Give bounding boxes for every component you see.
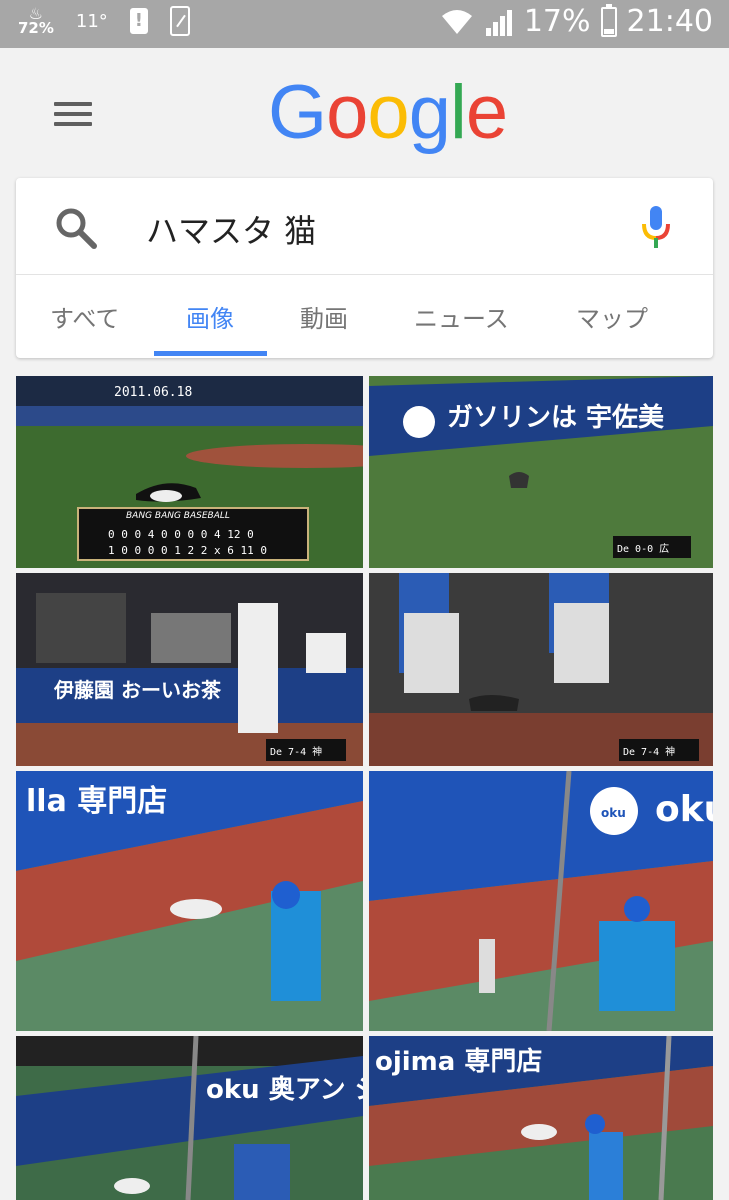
tab-images[interactable]: 画像 (186, 299, 234, 334)
battery-saver-percent: 72% (18, 19, 54, 37)
logo-letter: o (367, 70, 409, 155)
battery-icon (600, 3, 617, 37)
image-result[interactable]: lla 専門店 (16, 771, 363, 1031)
banner-text: lla 専門店 (26, 784, 167, 819)
thumbnail-image: oku 奥アン ジタル家電 専門店 (16, 1036, 363, 1200)
banner-text: oku 奥 (655, 789, 713, 830)
banner-text: ガソリンは 宇佐美 (447, 402, 664, 433)
banner-text: oku 奥アン ジタル家電 専門店 (206, 1074, 363, 1105)
logo-letter: G (268, 70, 327, 155)
search-icon[interactable] (54, 206, 98, 250)
banner-text: ojima 専門店 (375, 1047, 542, 1077)
scoreboard-row-1: 0 0 0 4 0 0 0 0 4 12 0 (108, 528, 254, 541)
screen-rotation-icon (169, 6, 190, 36)
battery-saver-indicator: ♨ 72% (18, 6, 54, 37)
battery-percent: 17% (523, 4, 591, 39)
scoreboard-row-2: 1 0 0 0 0 1 2 2 x 6 11 0 (108, 544, 267, 557)
app-header: Google (0, 48, 729, 178)
thumbnail-image: ojima 専門店 (369, 1036, 713, 1200)
thumbnail-image: lla 専門店 (16, 771, 363, 1031)
tab-news[interactable]: ニュース (414, 299, 509, 334)
image-result[interactable]: 2011.06.18 BANG BANG BASEBALL 0 0 0 4 0 … (16, 376, 363, 568)
image-result[interactable]: ojima 専門店 (369, 1036, 713, 1200)
google-logo[interactable]: Google (268, 68, 508, 158)
image-result[interactable]: oku 奥アン ジタル家電 専門店 (16, 1036, 363, 1200)
microphone-icon[interactable] (636, 204, 676, 250)
logo-letter: e (465, 70, 508, 155)
thumbnail-image: oku oku 奥 (369, 771, 713, 1031)
overlay-date: 2011.06.18 (114, 385, 192, 400)
score-bug: De 0-0 広 (617, 542, 669, 555)
logo-letter: o (326, 70, 368, 155)
score-bug: De 7-4 神 (623, 745, 675, 758)
image-result[interactable]: De 7-4 神 (369, 573, 713, 766)
search-query[interactable]: ハマスタ 猫 (146, 206, 316, 252)
search-card: ハマスタ 猫 すべて 画像 動画 ニュース マップ (16, 178, 713, 358)
status-bar: ♨ 72% 11° ! 17% 21:40 (0, 0, 729, 48)
thumbnail-image: 伊藤園 おーいお茶 De 7-4 神 (16, 573, 363, 766)
banner-text: 伊藤園 おーいお茶 (53, 678, 222, 702)
clock: 21:40 (626, 4, 713, 39)
hamburger-menu-icon[interactable] (54, 102, 92, 126)
wifi-icon (441, 9, 472, 34)
score-bug: De 7-4 神 (270, 745, 322, 758)
logo-letter: l (449, 70, 467, 155)
logo-letter: g (408, 70, 451, 155)
thumbnail-image: De 7-4 神 (369, 573, 713, 766)
image-result[interactable]: oku oku 奥 (369, 771, 713, 1031)
tab-all[interactable]: すべて (50, 299, 119, 334)
thumbnail-image: 2011.06.18 BANG BANG BASEBALL 0 0 0 4 0 … (16, 376, 363, 568)
alert-icon: ! (129, 8, 148, 34)
search-tabs: すべて 画像 動画 ニュース マップ (16, 275, 713, 358)
tab-videos[interactable]: 動画 (300, 299, 348, 334)
thumbnail-image: ガソリンは 宇佐美 De 0-0 広 (369, 376, 713, 568)
scoreboard-title: BANG BANG BASEBALL (126, 511, 230, 521)
signal-icon (485, 9, 512, 36)
image-result[interactable]: 伊藤園 おーいお茶 De 7-4 神 (16, 573, 363, 766)
tab-maps[interactable]: マップ (576, 299, 648, 334)
image-result[interactable]: ガソリンは 宇佐美 De 0-0 広 (369, 376, 713, 568)
svg-text:oku: oku (601, 806, 626, 820)
temperature: 11° (75, 10, 108, 32)
search-box[interactable]: ハマスタ 猫 (16, 178, 713, 275)
active-tab-indicator (154, 351, 267, 356)
